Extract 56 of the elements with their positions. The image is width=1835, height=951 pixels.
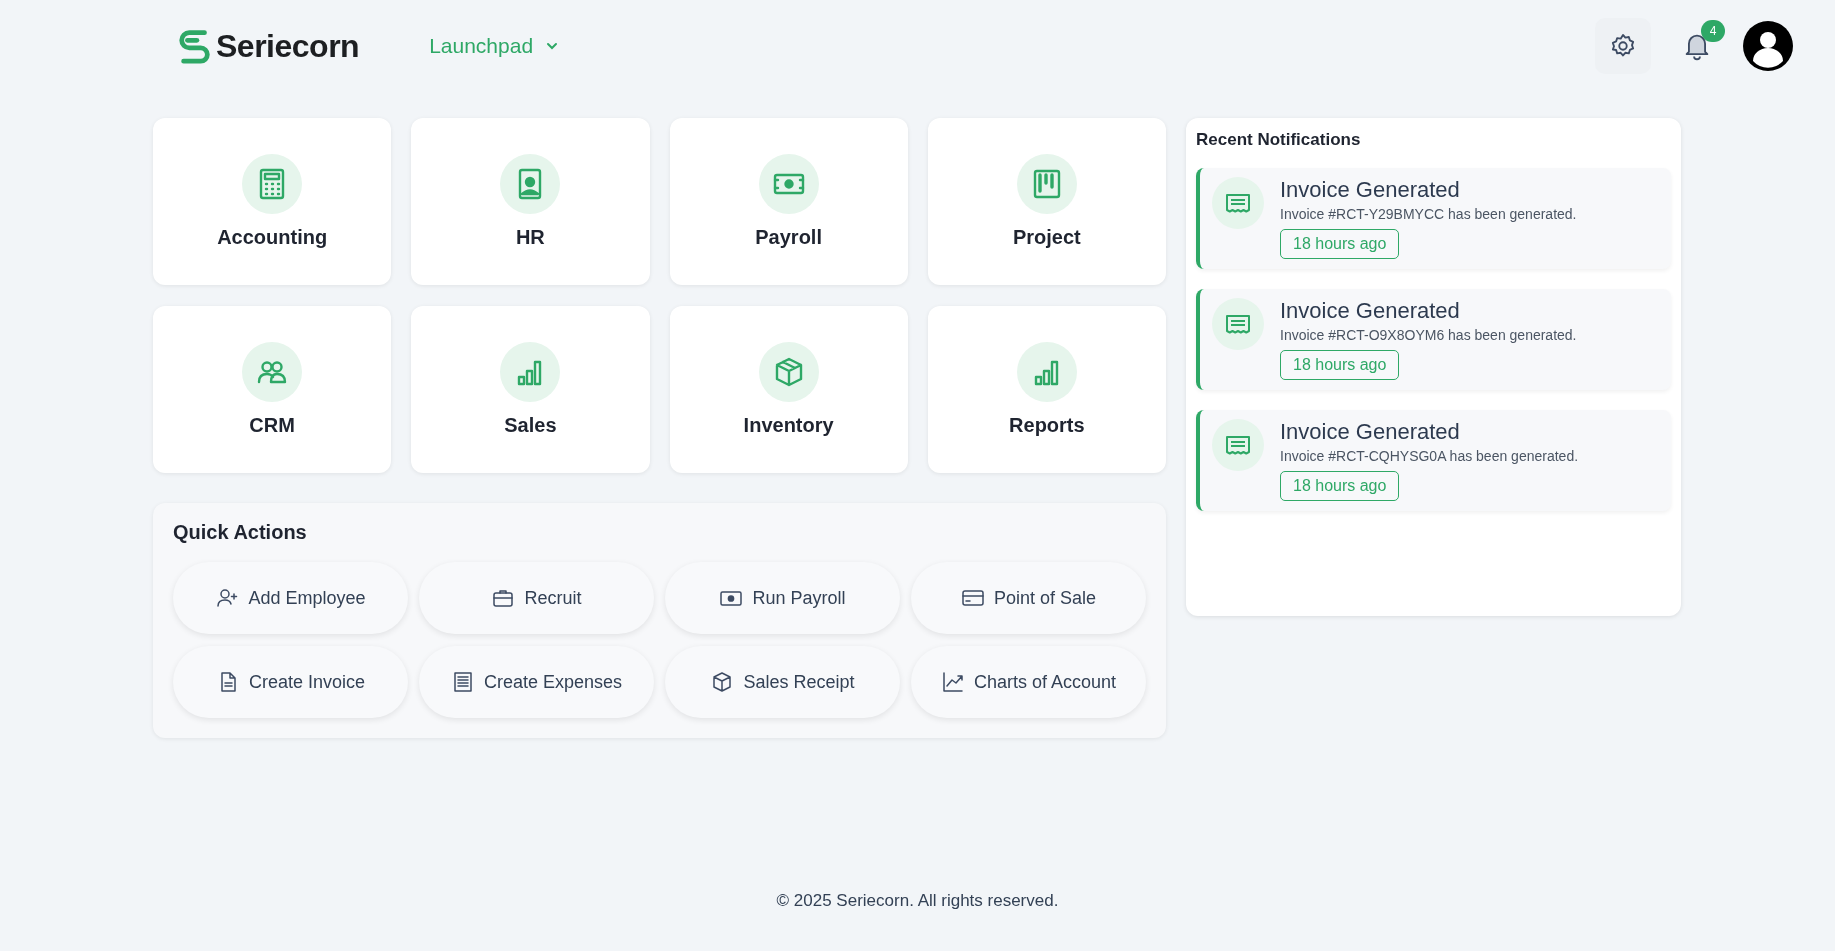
- notification-title: Invoice Generated: [1280, 177, 1460, 203]
- app-label: Payroll: [755, 226, 822, 249]
- app-tile[interactable]: HR: [411, 118, 650, 285]
- notification-count: 4: [1701, 20, 1725, 42]
- app-label: Inventory: [743, 414, 834, 437]
- quick-action-button[interactable]: Recruit: [419, 562, 654, 634]
- app-tile[interactable]: Inventory: [669, 306, 908, 473]
- user-plus-icon: [215, 586, 240, 610]
- app-tile[interactable]: Reports: [927, 306, 1166, 473]
- receipt-icon: [1212, 177, 1264, 229]
- app-tile[interactable]: Project: [927, 118, 1166, 285]
- quick-action-button[interactable]: Point of Sale: [911, 562, 1146, 634]
- notification-title: Invoice Generated: [1280, 298, 1460, 324]
- notification-message: Invoice #RCT-Y29BMYCC has been generated.: [1280, 206, 1577, 222]
- app-label: Reports: [1009, 414, 1085, 437]
- quick-action-button[interactable]: Create Expenses: [419, 646, 654, 718]
- app-label: Project: [1012, 226, 1081, 249]
- bar-chart-icon: [1016, 342, 1077, 402]
- app-label: Sales: [504, 414, 557, 437]
- quick-action-button[interactable]: Charts of Account: [911, 646, 1146, 718]
- notification-title: Invoice Generated: [1280, 419, 1460, 445]
- time-badge: 18 hours ago: [1280, 471, 1400, 501]
- brand-name: Seriecorn: [216, 27, 360, 65]
- app-tile[interactable]: Sales: [411, 306, 650, 473]
- notification-message: Invoice #RCT-O9X8OYM6 has been generated.: [1280, 327, 1577, 343]
- people-icon: [242, 342, 303, 402]
- time-badge: 18 hours ago: [1280, 229, 1400, 259]
- quick-action-button[interactable]: Sales Receipt: [665, 646, 900, 718]
- avatar-icon[interactable]: [1743, 21, 1793, 71]
- quick-action-button[interactable]: Create Invoice: [173, 646, 408, 718]
- panel-title: Recent Notifications: [1196, 130, 1362, 150]
- copyright-text: © 2025 Seriecorn. All rights reserved.: [776, 891, 1059, 911]
- app-label: CRM: [249, 414, 295, 437]
- receipt-icon: [1212, 298, 1264, 350]
- notification-card[interactable]: Invoice Generated Invoice #RCT-Y29BMYCC has been generated. 18 hours ago: [1196, 168, 1671, 269]
- kanban-icon: [1016, 154, 1077, 214]
- app-tile[interactable]: Accounting: [153, 118, 392, 285]
- app-label: HR: [515, 226, 545, 249]
- quick-action-button[interactable]: Run Payroll: [665, 562, 900, 634]
- bar-chart-icon: [500, 342, 561, 402]
- notification-card[interactable]: Invoice Generated Invoice #RCT-CQHYSG0A has been generated. 18 hours ago: [1196, 410, 1671, 511]
- quick-action-button[interactable]: Add Employee: [173, 562, 408, 634]
- app-tile[interactable]: Payroll: [669, 118, 908, 285]
- receipt-icon: [1212, 419, 1264, 471]
- app-tile[interactable]: CRM: [153, 306, 392, 473]
- badge-icon: [500, 154, 561, 214]
- section-title: Quick Actions: [173, 521, 308, 544]
- line-chart-icon: [940, 670, 965, 694]
- notification-card[interactable]: Invoice Generated Invoice #RCT-O9X8OYM6 has been generated. 18 hours ago: [1196, 289, 1671, 390]
- box-icon: [758, 342, 819, 402]
- banknote-icon: [758, 154, 819, 214]
- notification-message: Invoice #RCT-CQHYSG0A has been generated.: [1280, 448, 1579, 464]
- settings-button[interactable]: [1595, 18, 1651, 74]
- calculator-icon: [242, 154, 303, 214]
- time-badge: 18 hours ago: [1280, 350, 1400, 380]
- app-label: Accounting: [217, 226, 328, 249]
